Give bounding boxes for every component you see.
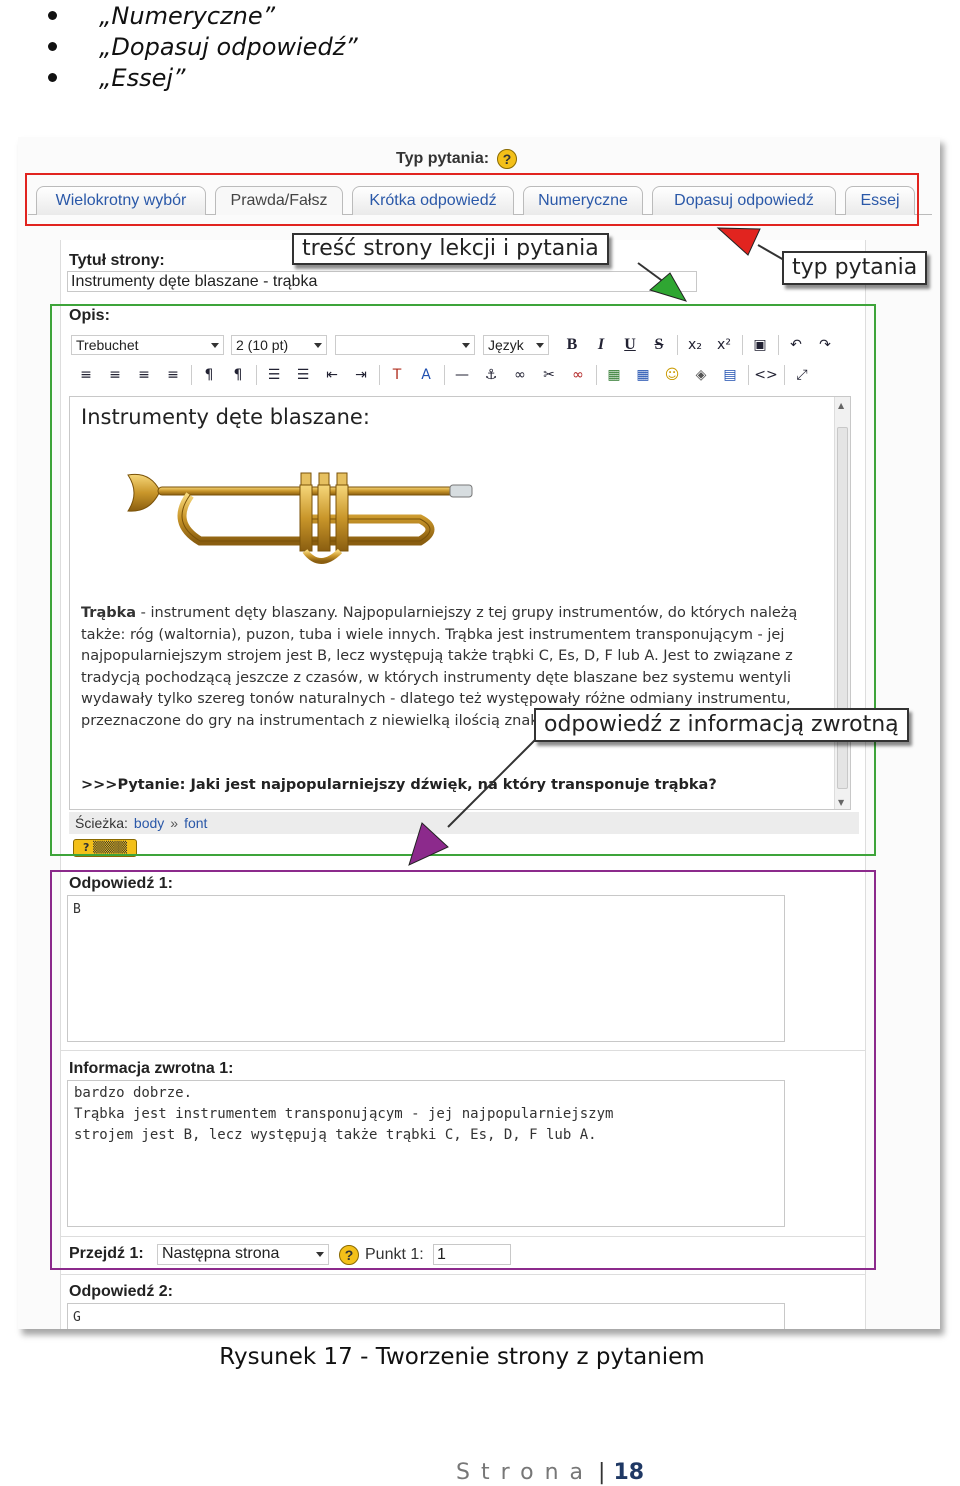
bullet-item: „Essej” [48,62,358,93]
figure-caption: Rysunek 17 - Tworzenie strony z pytaniem [219,1344,705,1370]
bullet-text: „Dopasuj odpowiedź” [99,32,358,61]
bullet-text: „Numeryczne” [99,1,276,30]
bullet-dot [48,11,57,20]
bullet-dot [48,42,57,51]
bullet-text: „Essej” [99,63,186,92]
bullet-item: „Dopasuj odpowiedź” [48,31,358,62]
bullet-item: „Numeryczne” [48,0,358,31]
bullet-list: „Numeryczne” „Dopasuj odpowiedź” „Essej” [48,0,358,93]
callout-answer-feedback: odpowiedź z informacją zwrotną [534,708,909,742]
red-arrow-icon [716,227,761,256]
footer-separator: | [598,1460,606,1485]
green-arrow-icon [648,272,688,302]
screenshot-frame: Typ pytania: ? Wielokrotny wybór Prawda/… [18,137,940,1329]
callout-question-type: typ pytania [782,251,928,285]
page-footer: Strona | 18 [456,1460,644,1485]
callout-content: treść strony lekcji i pytania [292,233,609,265]
footer-word: Strona [456,1460,595,1485]
page-number: 18 [613,1460,645,1485]
bullet-dot [48,73,57,82]
purple-arrow-icon [408,822,449,866]
